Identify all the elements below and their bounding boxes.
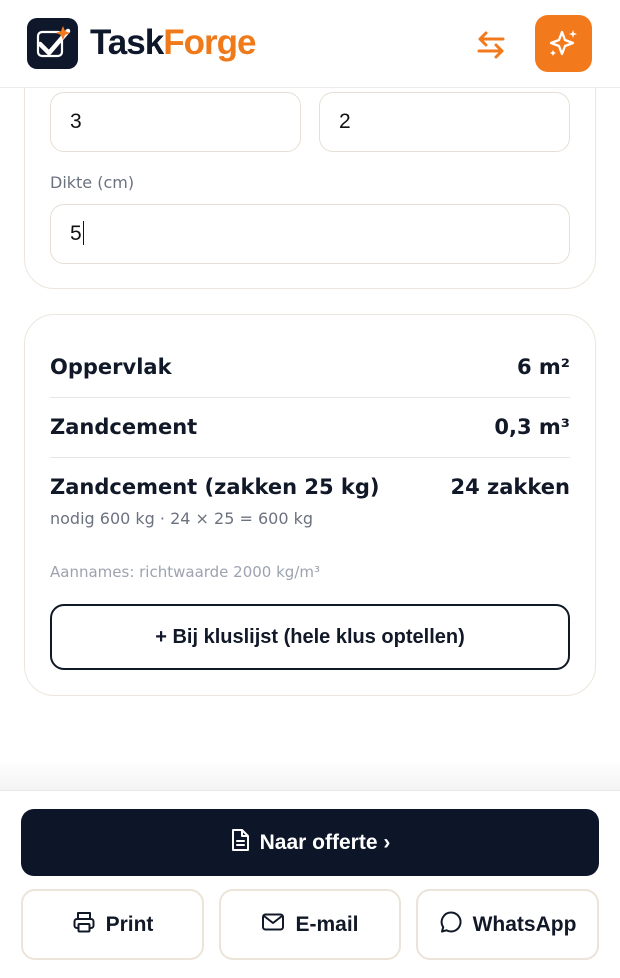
result-label-sand-cement: Zandcement <box>50 415 198 439</box>
document-icon <box>230 828 250 858</box>
divider <box>50 397 570 398</box>
email-button[interactable]: E-mail <box>219 889 401 960</box>
swap-arrows-icon[interactable] <box>470 24 512 66</box>
result-label-bags: Zandcement (zakken 25 kg) <box>50 475 380 499</box>
email-label: E-mail <box>295 912 359 936</box>
result-value-area: 6 m² <box>516 355 570 379</box>
chat-bubble-icon <box>439 910 463 940</box>
printer-icon <box>72 910 96 940</box>
whatsapp-button[interactable]: WhatsApp <box>416 889 599 960</box>
result-label-area: Oppervlak <box>50 355 172 379</box>
brand-logo-text: TaskForge <box>90 23 256 62</box>
thickness-label: Dikte (cm) <box>50 173 135 192</box>
whatsapp-label: WhatsApp <box>472 912 577 936</box>
width-input[interactable]: 2 <box>319 92 570 152</box>
assumptions-note: Aannames: richtwaarde 2000 kg/m³ <box>50 563 321 581</box>
result-value-sand-cement: 0,3 m³ <box>494 415 570 439</box>
result-bags-detail: nodig 600 kg · 24 × 25 = 600 kg <box>50 509 313 528</box>
app-header: TaskForge <box>0 0 620 88</box>
print-button[interactable]: Print <box>21 889 204 960</box>
text-caret <box>82 220 84 245</box>
sparkles-icon[interactable] <box>535 15 592 72</box>
mail-icon <box>261 912 285 938</box>
to-quote-button[interactable]: Naar offerte › <box>21 809 599 876</box>
divider <box>50 457 570 458</box>
to-quote-label: Naar offerte › <box>259 830 391 854</box>
length-input[interactable]: 3 <box>50 92 301 152</box>
thickness-input[interactable]: 5 <box>50 204 570 264</box>
print-label: Print <box>105 912 154 936</box>
result-value-bags: 24 zakken <box>450 475 571 499</box>
add-to-joblist-button[interactable]: + Bij kluslijst (hele klus optellen) <box>50 604 570 670</box>
bottom-fade <box>0 760 620 792</box>
checkbox-spark-icon[interactable] <box>27 18 78 69</box>
